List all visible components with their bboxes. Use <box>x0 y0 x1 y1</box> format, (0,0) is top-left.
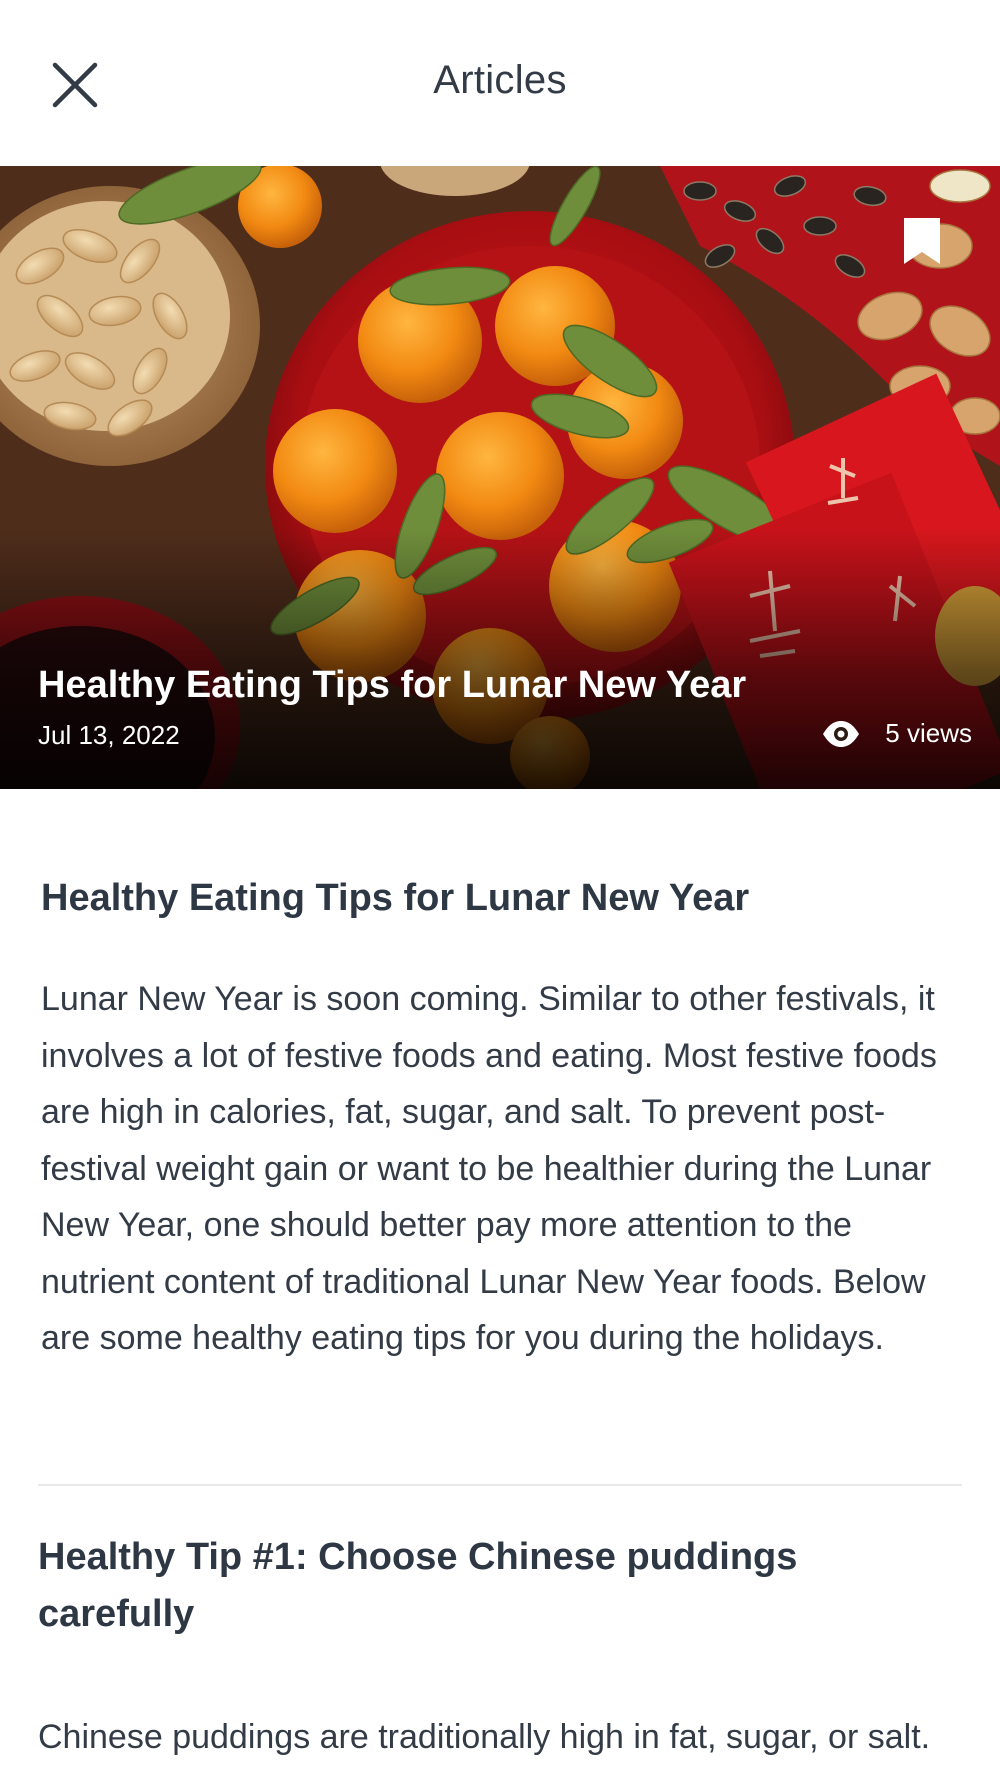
bookmark-button[interactable] <box>900 216 944 268</box>
bookmark-icon <box>904 218 940 264</box>
top-bar: Articles <box>0 0 1000 166</box>
article-heading: Healthy Eating Tips for Lunar New Year <box>41 877 750 919</box>
article-intro: Lunar New Year is soon coming. Similar t… <box>41 980 937 1357</box>
publish-date: Jul 13, 2022 <box>38 720 180 750</box>
hero-title: Healthy Eating Tips for Lunar New Year <box>38 664 747 706</box>
eye-icon <box>823 720 860 747</box>
tip-body: Chinese puddings are traditionally high … <box>38 1718 931 1778</box>
article-screen: Articles Healthy Eating Tips for Lunar N… <box>0 0 1000 1778</box>
section-divider <box>38 1484 962 1486</box>
view-count-label: 5 views <box>885 718 972 748</box>
hero-banner: Healthy Eating Tips for Lunar New Year J… <box>0 166 1000 789</box>
page-title: Articles <box>433 58 567 102</box>
view-count: 5 views <box>821 718 972 749</box>
tip-heading: Healthy Tip #1: Choose Chinese puddings … <box>38 1536 798 1635</box>
